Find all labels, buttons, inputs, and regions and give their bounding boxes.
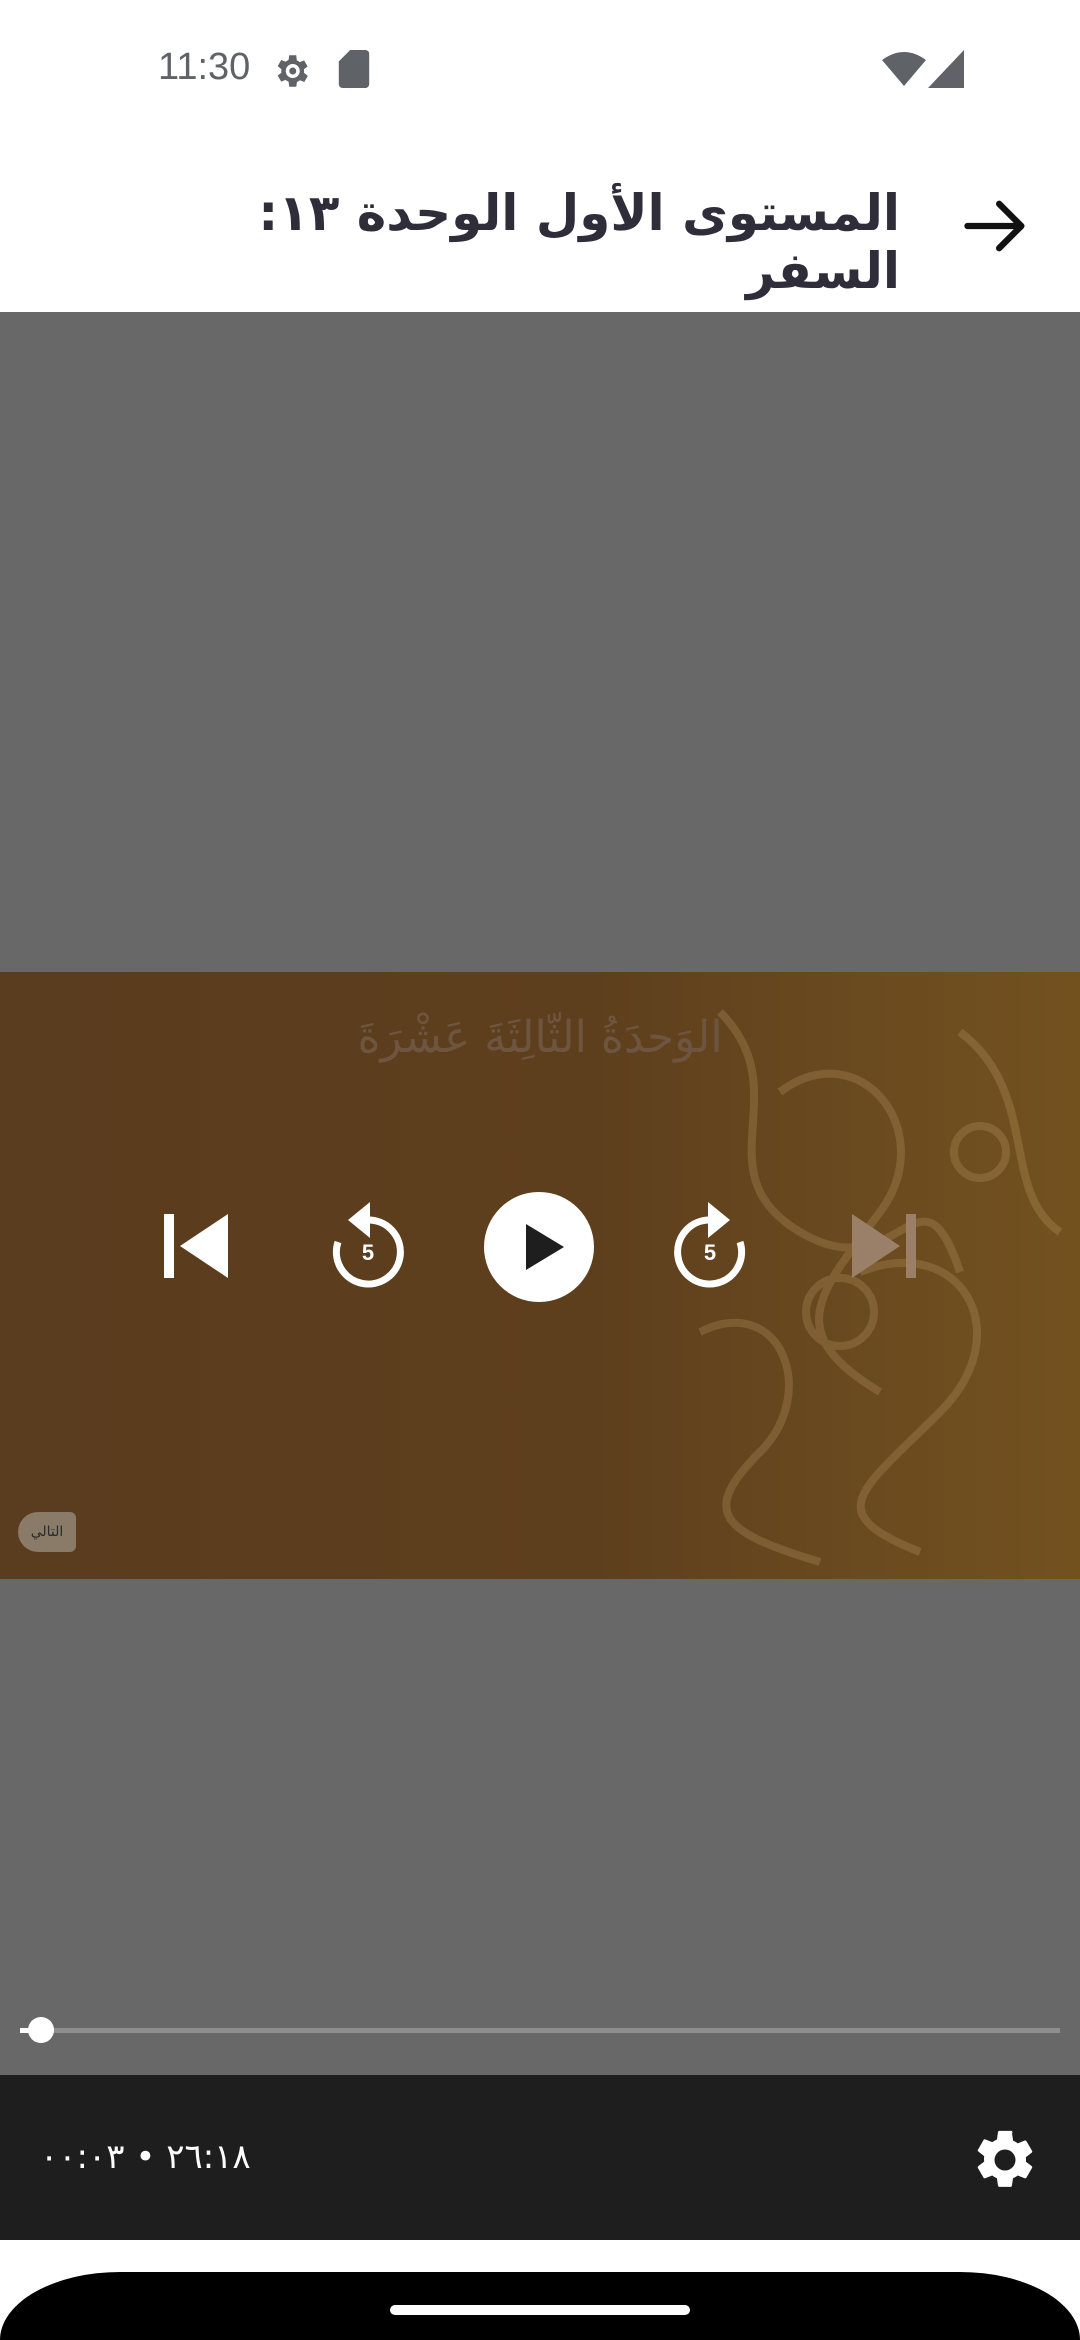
skip-next-icon[interactable]	[848, 1210, 920, 1282]
status-bar: 11:30	[0, 0, 1080, 140]
lesson-heading: الوَحدَةُ الثّالِثَةَ عَشْرَةَ	[357, 1012, 723, 1063]
progress-track[interactable]	[20, 2028, 1060, 2033]
video-frame: الوَحدَةُ الثّالِثَةَ عَشْرَةَ التالي 5	[0, 972, 1080, 1579]
progress-scrubber[interactable]	[27, 2017, 54, 2043]
forward-5-button[interactable]: 5	[668, 1194, 752, 1294]
settings-gear-icon	[277, 55, 308, 87]
wifi-icon	[882, 52, 926, 86]
replay-seconds: 5	[361, 1240, 375, 1265]
time-readout: ٢٦:١٨ • ٠٠:٠٣	[40, 2137, 251, 2177]
page-title: المستوى الأول الوحدة ١٣: السفر	[258, 184, 900, 300]
replay-5-button[interactable]: 5	[326, 1194, 410, 1294]
status-time: 11:30	[158, 46, 251, 88]
player-bottom-bar: ٢٦:١٨ • ٠٠:٠٣	[0, 2075, 1080, 2240]
forward-seconds: 5	[703, 1240, 717, 1265]
cellular-signal-icon	[928, 50, 964, 88]
sd-card-icon	[338, 50, 370, 88]
skip-previous-icon[interactable]	[160, 1210, 232, 1282]
play-icon[interactable]	[484, 1192, 594, 1302]
arrow-right-icon[interactable]	[958, 188, 1034, 264]
home-gesture-handle[interactable]	[390, 2305, 690, 2315]
next-badge: التالي	[18, 1512, 76, 1552]
gear-icon[interactable]	[970, 2125, 1040, 2195]
video-player[interactable]: الوَحدَةُ الثّالِثَةَ عَشْرَةَ التالي 5	[0, 312, 1080, 2075]
app-header: المستوى الأول الوحدة ١٣: السفر	[0, 140, 1080, 312]
